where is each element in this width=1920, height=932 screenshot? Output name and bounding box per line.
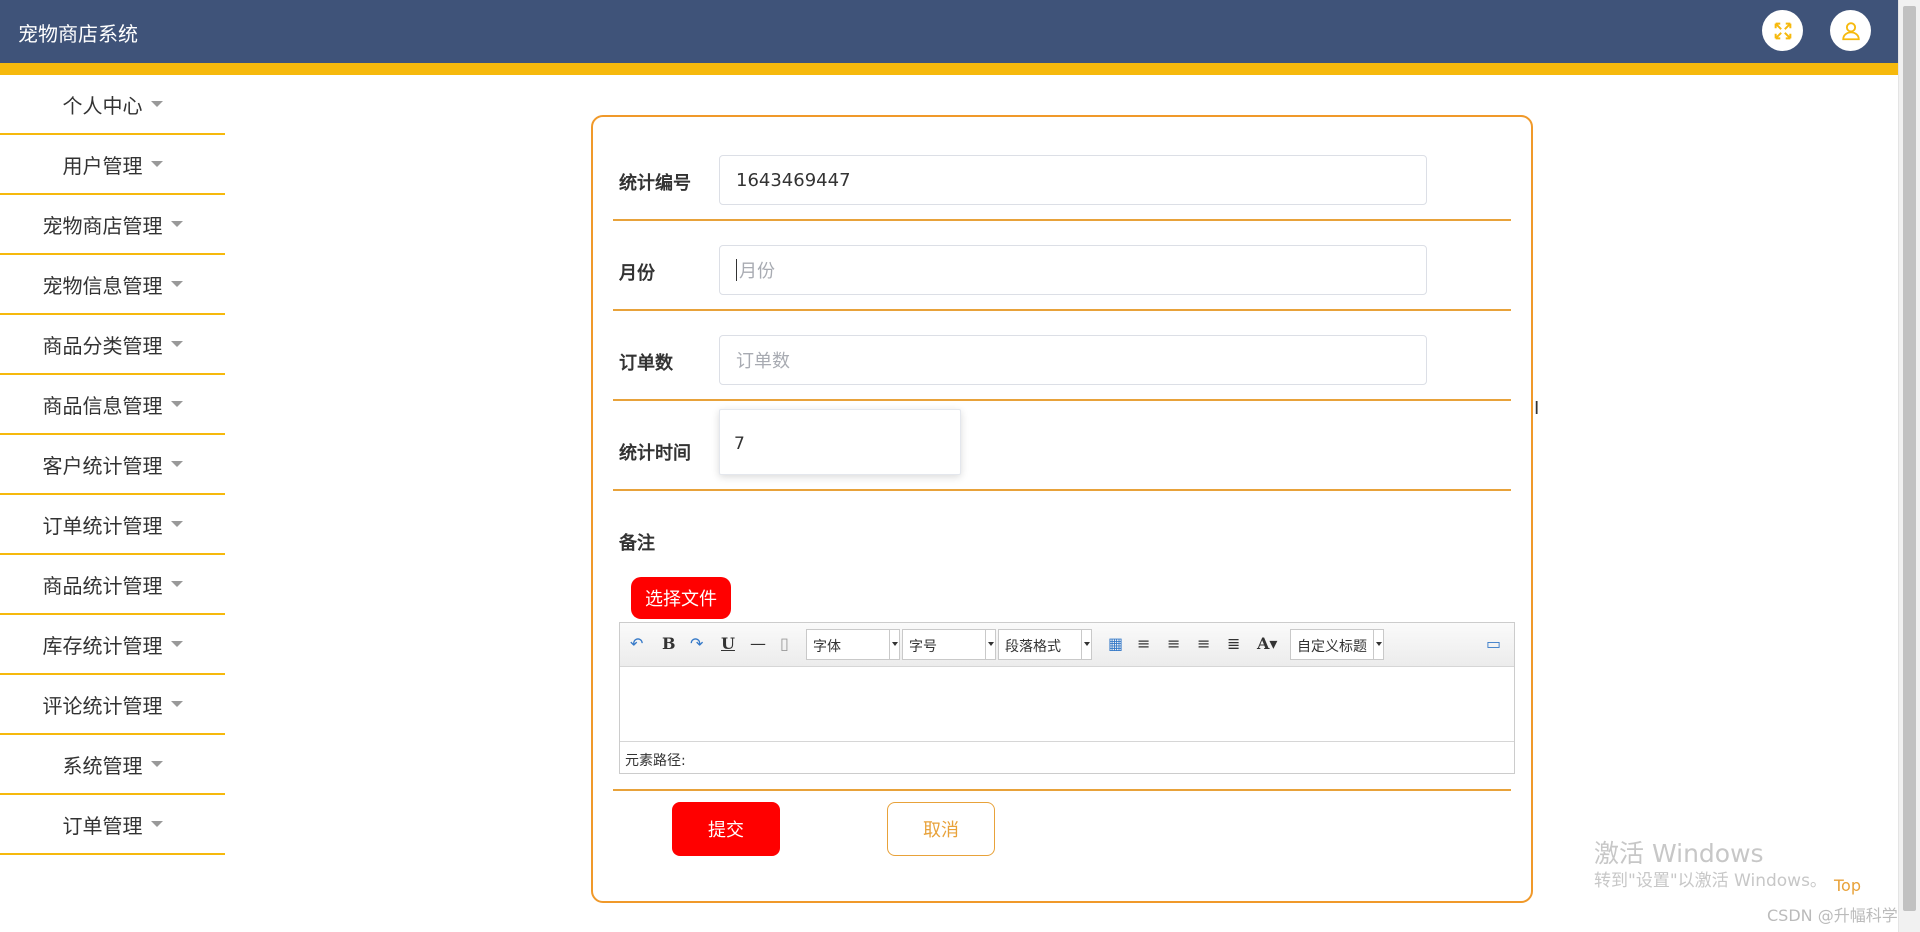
sidebar-item-system-management[interactable]: 系统管理 xyxy=(0,735,225,795)
paragraph-format-combo[interactable]: 段落格式 xyxy=(998,629,1092,660)
font-size-combo[interactable]: 字号 xyxy=(902,629,996,660)
submit-button[interactable]: 提交 xyxy=(672,802,780,856)
sidebar-item-inventory-stats[interactable]: 库存统计管理 xyxy=(0,615,225,675)
sidebar-item-product-stats[interactable]: 商品统计管理 xyxy=(0,555,225,615)
stat-id-label: 统计编号 xyxy=(619,173,691,194)
caret-down-icon xyxy=(170,581,183,587)
caret-down-icon xyxy=(150,761,163,767)
stat-id-input[interactable]: 1643469447 xyxy=(719,155,1427,205)
sidebar-item-order-management[interactable]: 订单管理 xyxy=(0,795,225,855)
editor-body[interactable] xyxy=(620,667,1514,742)
order-count-input[interactable]: 订单数 xyxy=(719,335,1427,385)
sidebar: 个人中心 用户管理 宠物商店管理 宠物信息管理 商品分类管理 商品信息管理 客户… xyxy=(0,75,225,855)
expand-icon xyxy=(1774,22,1791,39)
caret-down-icon xyxy=(150,161,163,167)
caret-down-icon xyxy=(170,281,183,287)
bold-icon[interactable]: B xyxy=(662,634,676,653)
row-stat-id: 统计编号 1643469447 xyxy=(613,117,1511,221)
dropdown-arrow-icon xyxy=(889,630,899,659)
rich-text-editor: ↶ B ↷ U — ▯ 字体 字号 段落格式 ▦ ≡ ≡ ≡ ≣ A▾ 自定义标… xyxy=(619,622,1515,774)
sidebar-item-product-management[interactable]: 商品信息管理 xyxy=(0,375,225,435)
undo-icon[interactable]: ↶ xyxy=(630,634,643,653)
align-center-icon[interactable]: ≡ xyxy=(1197,634,1210,653)
caret-down-icon xyxy=(150,821,163,827)
horizontal-rule-icon[interactable]: — xyxy=(750,634,766,653)
sidebar-item-comment-stats[interactable]: 评论统计管理 xyxy=(0,675,225,735)
row-order-count: 订单数 订单数 xyxy=(613,311,1511,401)
dropdown-arrow-icon xyxy=(985,630,995,659)
preview-icon[interactable]: ▭ xyxy=(1486,634,1501,653)
sidebar-item-pet-info-management[interactable]: 宠物信息管理 xyxy=(0,255,225,315)
align-justify-icon[interactable]: ≣ xyxy=(1227,634,1240,653)
app-title: 宠物商店系统 xyxy=(18,22,138,46)
header-stripe xyxy=(0,63,1920,75)
cancel-button[interactable]: 取消 xyxy=(887,802,995,856)
caret-down-icon xyxy=(170,701,183,707)
dropdown-arrow-icon xyxy=(1081,630,1091,659)
redo-icon[interactable]: ↷ xyxy=(690,634,703,653)
editor-toolbar: ↶ B ↷ U — ▯ 字体 字号 段落格式 ▦ ≡ ≡ ≡ ≣ A▾ 自定义标… xyxy=(620,623,1514,667)
row-month: 月份 月份 xyxy=(613,221,1511,311)
month-label: 月份 xyxy=(619,263,655,284)
caret-down-icon xyxy=(170,641,183,647)
user-button[interactable] xyxy=(1830,10,1871,51)
back-to-top-link[interactable]: Top xyxy=(1834,876,1861,895)
text-cursor-icon: I xyxy=(1534,398,1540,419)
sidebar-item-user-management[interactable]: 用户管理 xyxy=(0,135,225,195)
sidebar-item-pet-store-management[interactable]: 宠物商店管理 xyxy=(0,195,225,255)
custom-title-combo[interactable]: 自定义标题 xyxy=(1290,629,1384,660)
scrollbar-thumb[interactable] xyxy=(1903,6,1916,911)
element-path: 元素路径: xyxy=(620,742,1514,773)
caret-down-icon xyxy=(170,221,183,227)
underline-icon[interactable]: U xyxy=(721,634,735,653)
stat-time-label: 统计时间 xyxy=(619,443,691,464)
caret-down-icon xyxy=(170,341,183,347)
form-panel: 统计编号 1643469447 月份 月份 订单数 订单数 统计时间 2022-… xyxy=(591,115,1539,903)
sidebar-item-order-stats[interactable]: 订单统计管理 xyxy=(0,495,225,555)
remark-label: 备注 xyxy=(619,533,655,554)
table-icon[interactable]: ▦ xyxy=(1108,634,1123,653)
caret-down-icon xyxy=(170,461,183,467)
sidebar-item-personal-center[interactable]: 个人中心 xyxy=(0,75,225,135)
font-family-combo[interactable]: 字体 xyxy=(806,629,900,660)
fullscreen-button[interactable] xyxy=(1762,10,1803,51)
document-icon[interactable]: ▯ xyxy=(780,634,789,653)
caret-down-icon xyxy=(170,521,183,527)
dropdown-arrow-icon xyxy=(1373,630,1383,659)
choose-file-button[interactable]: 选择文件 xyxy=(631,577,731,619)
order-count-label: 订单数 xyxy=(619,353,673,374)
font-color-icon[interactable]: A▾ xyxy=(1257,634,1277,653)
csdn-watermark: CSDN @升幅科学 xyxy=(1767,906,1898,925)
suggestion-item[interactable]: 7 xyxy=(734,434,960,454)
month-suggestion-dropdown: 7 xyxy=(719,409,961,475)
activation-watermark-subtitle: 转到"设置"以激活 Windows。 xyxy=(1594,871,1827,891)
text-caret xyxy=(736,259,737,281)
top-bar: 宠物商店系统 xyxy=(0,0,1920,75)
month-input[interactable]: 月份 xyxy=(719,245,1427,295)
sidebar-item-category-management[interactable]: 商品分类管理 xyxy=(0,315,225,375)
caret-down-icon xyxy=(170,401,183,407)
align-left-icon[interactable]: ≡ xyxy=(1137,634,1150,653)
sidebar-item-customer-stats[interactable]: 客户统计管理 xyxy=(0,435,225,495)
align-right-icon[interactable]: ≡ xyxy=(1167,634,1180,653)
activation-watermark-title: 激活 Windows xyxy=(1594,839,1764,868)
vertical-scrollbar[interactable] xyxy=(1898,0,1920,932)
caret-down-icon xyxy=(150,101,163,107)
user-icon xyxy=(1841,21,1860,40)
